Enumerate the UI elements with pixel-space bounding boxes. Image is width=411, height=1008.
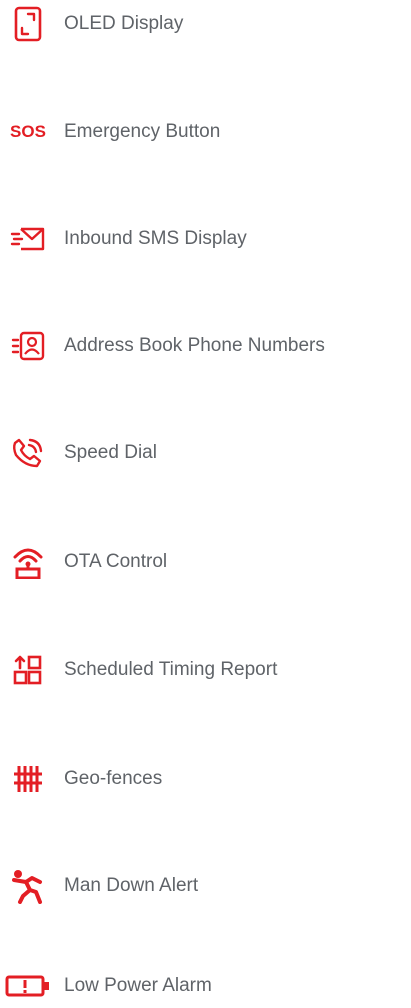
feature-item-ota-control: OTA Control [0, 540, 411, 584]
oled-display-icon [6, 2, 50, 46]
address-book-icon [6, 324, 50, 368]
feature-item-speed-dial: Speed Dial [0, 431, 411, 475]
feature-label: Geo-fences [64, 768, 163, 789]
feature-item-low-power: Low Power Alarm [0, 964, 411, 1008]
sos-icon-text: SOS [10, 122, 46, 141]
man-down-icon [6, 864, 50, 908]
feature-label: Address Book Phone Numbers [64, 335, 325, 356]
feature-label: Speed Dial [64, 442, 157, 463]
geo-fence-icon [6, 757, 50, 801]
phone-call-icon [6, 431, 50, 475]
feature-item-man-down: Man Down Alert [0, 864, 411, 908]
feature-label: Emergency Button [64, 121, 221, 142]
sos-icon: SOS [6, 110, 50, 154]
feature-list: OLED Display SOS Emergency Button Inboun… [0, 0, 411, 1001]
feature-label: Low Power Alarm [64, 975, 212, 996]
envelope-icon [6, 217, 50, 261]
feature-item-address-book: Address Book Phone Numbers [0, 324, 411, 368]
feature-item-emergency-button: SOS Emergency Button [0, 110, 411, 154]
feature-label: Man Down Alert [64, 875, 199, 896]
schedule-report-icon [6, 648, 50, 692]
ota-tower-icon [6, 540, 50, 584]
feature-item-scheduled-report: Scheduled Timing Report [0, 648, 411, 692]
feature-label: Inbound SMS Display [64, 228, 247, 249]
feature-item-oled-display: OLED Display [0, 2, 411, 46]
feature-label: Scheduled Timing Report [64, 659, 278, 680]
feature-item-inbound-sms: Inbound SMS Display [0, 217, 411, 261]
low-battery-icon [4, 964, 52, 1008]
feature-label: OTA Control [64, 551, 168, 572]
feature-label: OLED Display [64, 13, 184, 34]
feature-item-geo-fences: Geo-fences [0, 757, 411, 801]
